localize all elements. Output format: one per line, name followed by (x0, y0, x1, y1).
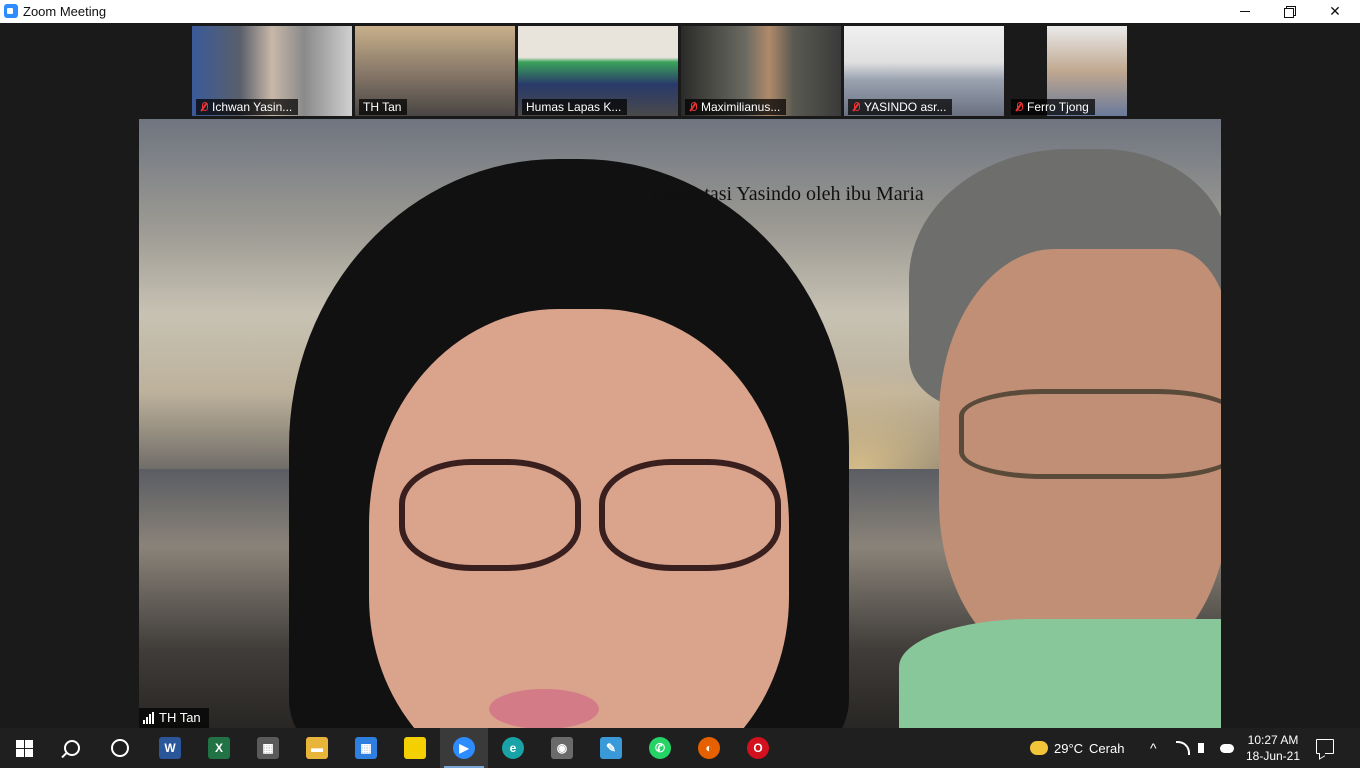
speaker-name: TH Tan (159, 710, 201, 725)
weather-temperature: 29°C (1054, 740, 1084, 756)
taskbar-app-opera[interactable]: O (734, 728, 782, 768)
participant-thumbnail[interactable]: Maximilianus... (681, 26, 841, 116)
participant-label: Ichwan Yasin... (196, 99, 299, 115)
signal-strength-icon (143, 712, 154, 724)
participant-thumbnail[interactable]: Ichwan Yasin... (192, 26, 352, 116)
speaker-name-label: TH Tan (139, 708, 209, 728)
word-icon: W (159, 737, 181, 759)
participant-thumbnail[interactable]: Humas Lapas K... (518, 26, 678, 116)
taskbar-app-edge[interactable]: e (489, 728, 537, 768)
system-tray-icons (1176, 728, 1234, 768)
participant-name: Ichwan Yasin... (212, 100, 293, 114)
notification-center-icon[interactable] (1316, 739, 1334, 754)
speaker-man (899, 149, 1221, 728)
meeting-stage: Ichwan Yasin... TH Tan Humas Lapas K... … (0, 23, 1360, 728)
whatsapp-icon: ✆ (649, 737, 671, 759)
zoom-icon: ▶ (453, 737, 475, 759)
participant-label: Maximilianus... (685, 99, 787, 115)
close-button[interactable]: ✕ (1312, 0, 1358, 23)
participant-thumbnail[interactable]: TH Tan (355, 26, 515, 116)
show-hidden-icons-button[interactable]: ^ (1150, 728, 1157, 768)
taskbar-app-firefox[interactable]: ◐ (685, 728, 733, 768)
participant-thumbnail[interactable]: Ferro Tjong (1007, 26, 1167, 116)
sticky-notes-icon (404, 737, 426, 759)
taskbar-app-calculator[interactable]: ▦ (244, 728, 292, 768)
participant-name: TH Tan (363, 100, 402, 114)
active-speaker-video[interactable]: Presentasi Yasindo oleh ibu Maria TH Tan (139, 119, 1221, 728)
calendar-icon: ▦ (355, 737, 377, 759)
participant-label: YASINDO asr... (848, 99, 953, 115)
participant-name: YASINDO asr... (864, 100, 947, 114)
window-title: Zoom Meeting (23, 4, 107, 19)
camera-icon: ◉ (551, 737, 573, 759)
start-button[interactable] (0, 728, 48, 768)
windows-start-icon (15, 739, 33, 757)
taskbar-app-whatsapp[interactable]: ✆ (636, 728, 684, 768)
mic-muted-icon (689, 101, 697, 113)
photo-app-icon: ✎ (600, 737, 622, 759)
weather-partly-sunny-icon (1030, 741, 1048, 755)
participant-name: Ferro Tjong (1027, 100, 1089, 114)
participant-label: Humas Lapas K... (522, 99, 628, 115)
zoom-app-icon (4, 4, 18, 18)
weather-condition: Cerah (1089, 740, 1125, 756)
clock-date: 18-Jun-21 (1245, 749, 1301, 763)
participant-thumbnail[interactable]: YASINDO asr... (844, 26, 1004, 116)
taskbar-app-excel[interactable]: X (195, 728, 243, 768)
windows-taskbar: W X ▦ ▬ ▦ ▶ e ◉ ✎ ✆ ◐ O 29°C Cerah ^ 10:… (0, 728, 1360, 768)
taskbar-app-sticky-notes[interactable] (391, 728, 439, 768)
weather-widget[interactable]: 29°C Cerah (1030, 728, 1124, 768)
search-button[interactable] (48, 728, 96, 768)
mic-muted-icon (1015, 101, 1023, 113)
file-explorer-icon: ▬ (306, 737, 328, 759)
participant-name: Maximilianus... (701, 100, 781, 114)
wifi-icon[interactable] (1176, 741, 1190, 755)
speaker-woman (289, 159, 849, 728)
participant-label: TH Tan (359, 99, 408, 115)
taskbar-app-word[interactable]: W (146, 728, 194, 768)
firefox-icon: ◐ (698, 737, 720, 759)
edge-icon: e (502, 737, 524, 759)
mic-muted-icon (852, 101, 860, 113)
taskbar-app-calendar[interactable]: ▦ (342, 728, 390, 768)
mic-muted-icon (200, 101, 208, 113)
onedrive-cloud-icon[interactable] (1220, 743, 1234, 753)
taskbar-app-camera[interactable]: ◉ (538, 728, 586, 768)
opera-icon: O (747, 737, 769, 759)
participant-label: Ferro Tjong (1011, 99, 1095, 115)
volume-icon[interactable] (1198, 743, 1212, 753)
cortana-button[interactable] (96, 728, 144, 768)
minimize-button[interactable] (1222, 0, 1268, 23)
calculator-icon: ▦ (257, 737, 279, 759)
taskbar-app-photo[interactable]: ✎ (587, 728, 635, 768)
maximize-button[interactable] (1266, 0, 1312, 23)
excel-icon: X (208, 737, 230, 759)
taskbar-clock[interactable]: 10:27 AM 18-Jun-21 (1244, 732, 1302, 764)
video-caption: Presentasi Yasindo oleh ibu Maria (651, 183, 924, 205)
search-icon (64, 740, 80, 756)
participant-name: Humas Lapas K... (526, 100, 622, 114)
taskbar-app-file-explorer[interactable]: ▬ (293, 728, 341, 768)
taskbar-app-zoom[interactable]: ▶ (440, 728, 488, 768)
clock-time: 10:27 AM (1247, 733, 1299, 747)
cortana-icon (111, 739, 129, 757)
window-title-bar: Zoom Meeting ✕ (0, 0, 1360, 24)
